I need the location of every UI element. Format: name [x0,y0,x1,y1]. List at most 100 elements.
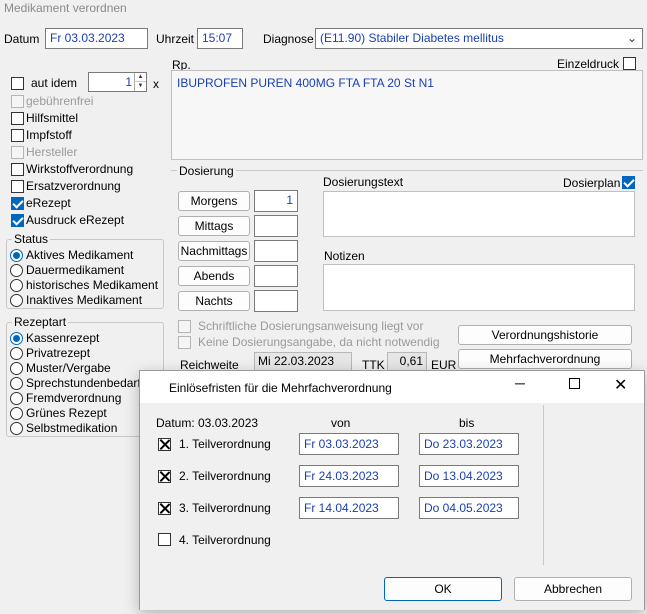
impfstoff-label: Impfstoff [26,128,72,142]
dialog-titlebar: Einlösefristen für die Mehrfachverordnun… [140,371,644,403]
teilverordnung-4-checkbox[interactable] [158,533,171,546]
dosierplan-checkbox[interactable] [622,176,635,189]
mehrfachverordnung-button[interactable]: Mehrfachverordnung [458,349,632,369]
reichweite-field: Mi 22.03.2023 [254,352,352,372]
status-dauer-radio[interactable] [10,264,23,277]
rezeptart-muster-radio[interactable] [10,362,23,375]
teilverordnung-2-checkbox[interactable] [158,470,171,483]
rezeptart-sprechstunde-radio[interactable] [10,377,23,390]
rezeptart-gruen-radio[interactable] [10,407,23,420]
status-aktiv-radio[interactable] [10,249,23,262]
rezeptart-title: Rezeptart [12,315,69,329]
keine-dosierung-label: Keine Dosierungsangabe, da nicht notwend… [198,335,440,349]
rezeptart-selbst-radio[interactable] [10,422,23,435]
ersatzverordnung-checkbox[interactable] [11,180,24,193]
rezeptart-muster-label: Muster/Vergabe [26,361,111,375]
hilfsmittel-label: Hilfsmittel [26,111,79,125]
dosierung-title: Dosierung [177,164,236,178]
impfstoff-checkbox[interactable] [11,129,24,142]
hersteller-checkbox[interactable] [11,146,24,159]
status-historisch-radio[interactable] [10,279,23,292]
mehrfach-dialog: Einlösefristen für die Mehrfachverordnun… [139,370,645,610]
gebuehrenfrei-label: gebührenfrei [26,94,94,108]
gebuehrenfrei-checkbox[interactable] [11,95,24,108]
teilverordnung-2-von[interactable]: Fr 24.03.2023 [299,465,399,487]
abends-button[interactable]: Abends [178,266,250,286]
verordnungshistorie-button[interactable]: Verordnungshistorie [458,325,632,345]
rezeptart-fremd-radio[interactable] [10,392,23,405]
ttk-field: 0,61 [387,352,427,372]
dialog-divider [543,405,544,565]
dosierungstext-label: Dosierungstext [323,175,404,189]
mittags-input[interactable] [254,215,298,237]
ersatzverordnung-label: Ersatzverordnung [26,179,121,193]
bis-label: bis [459,416,475,430]
teilverordnung-1-checkbox[interactable] [158,438,171,451]
aut-idem-stepper[interactable]: 1 ▲ ▼ [88,72,147,92]
einzeldruck-checkbox[interactable] [623,57,636,70]
aut-idem-checkbox[interactable] [11,77,24,90]
close-icon[interactable]: ✕ [614,375,627,395]
rezeptart-selbst-label: Selbstmedikation [26,421,118,435]
teilverordnung-3-checkbox[interactable] [158,502,171,515]
dosierungstext-input[interactable] [323,191,635,237]
mittags-button[interactable]: Mittags [178,216,250,236]
diagnose-select[interactable]: (E11.90) Stabiler Diabetes mellitus ⌄ [315,28,643,49]
nachmittags-input[interactable] [254,240,298,262]
nachmittags-button[interactable]: Nachmittags [178,241,250,261]
schriftlich-label: Schriftliche Dosierungsanweisung liegt v… [198,319,424,333]
teilverordnung-4-label: 4. Teilverordnung [179,533,271,547]
rezeptart-kasse-radio[interactable] [10,332,23,345]
rp-text: IBUPROFEN PUREN 400MG FTA FTA 20 St N1 [177,76,434,90]
maximize-icon[interactable] [569,378,580,389]
uhrzeit-field[interactable]: 15:07 [197,28,243,49]
morgens-button[interactable]: Morgens [178,191,250,211]
erezept-label: eRezept [26,196,71,210]
schriftlich-checkbox[interactable] [178,320,191,333]
erezept-checkbox[interactable] [11,197,24,210]
times-label: x [153,77,159,91]
notizen-input[interactable] [323,264,635,311]
rezeptart-kasse-label: Kassenrezept [26,331,100,345]
rp-text-area[interactable]: IBUPROFEN PUREN 400MG FTA FTA 20 St N1 [171,70,643,160]
dosierplan-label: Dosierplan [563,176,621,190]
hersteller-label: Hersteller [26,145,78,159]
hilfsmittel-checkbox[interactable] [11,112,24,125]
einzeldruck-label: Einzeldruck [557,57,620,71]
teilverordnung-3-von[interactable]: Fr 14.04.2023 [299,497,399,519]
ausdruck-erezept-label: Ausdruck eRezept [26,213,125,227]
dialog-datum-label: Datum: 03.03.2023 [156,416,259,430]
dosierung-divider [171,170,643,171]
wirkstoffverordnung-checkbox[interactable] [11,163,24,176]
status-aktiv-label: Aktives Medikament [26,248,134,262]
rezeptart-privat-label: Privatrezept [26,346,91,360]
rezeptart-gruen-label: Grünes Rezept [26,406,107,420]
diagnose-value: (E11.90) Stabiler Diabetes mellitus [320,31,504,45]
status-title: Status [12,232,51,246]
rezeptart-privat-radio[interactable] [10,347,23,360]
teilverordnung-1-label: 1. Teilverordnung [179,437,271,451]
teilverordnung-2-bis[interactable]: Do 13.04.2023 [419,465,519,487]
status-inaktiv-radio[interactable] [10,294,23,307]
uhrzeit-label: Uhrzeit [156,32,195,46]
cancel-button[interactable]: Abbrechen [514,577,632,601]
keine-dosierung-checkbox[interactable] [178,336,191,349]
notizen-label: Notizen [324,249,365,263]
rezeptart-sprechstunde-label: Sprechstundenbedarf [26,376,141,390]
abends-input[interactable] [254,265,298,287]
aut-idem-qty: 1 [125,75,132,89]
teilverordnung-2-label: 2. Teilverordnung [179,469,271,483]
spin-up-icon[interactable]: ▲ [134,73,146,82]
datum-field[interactable]: Fr 03.03.2023 [45,28,148,49]
ok-button[interactable]: OK [384,577,502,601]
morgens-input[interactable]: 1 [254,190,298,212]
spin-down-icon[interactable]: ▼ [134,82,146,91]
teilverordnung-3-bis[interactable]: Do 04.05.2023 [419,497,519,519]
teilverordnung-1-bis[interactable]: Do 23.03.2023 [419,433,519,455]
nachts-button[interactable]: Nachts [178,291,250,311]
ausdruck-erezept-checkbox[interactable] [11,214,24,227]
nachts-input[interactable] [254,290,298,312]
teilverordnung-1-von[interactable]: Fr 03.03.2023 [299,433,399,455]
teilverordnung-3-label: 3. Teilverordnung [179,501,271,515]
minimize-icon[interactable]: ─ [515,375,525,391]
